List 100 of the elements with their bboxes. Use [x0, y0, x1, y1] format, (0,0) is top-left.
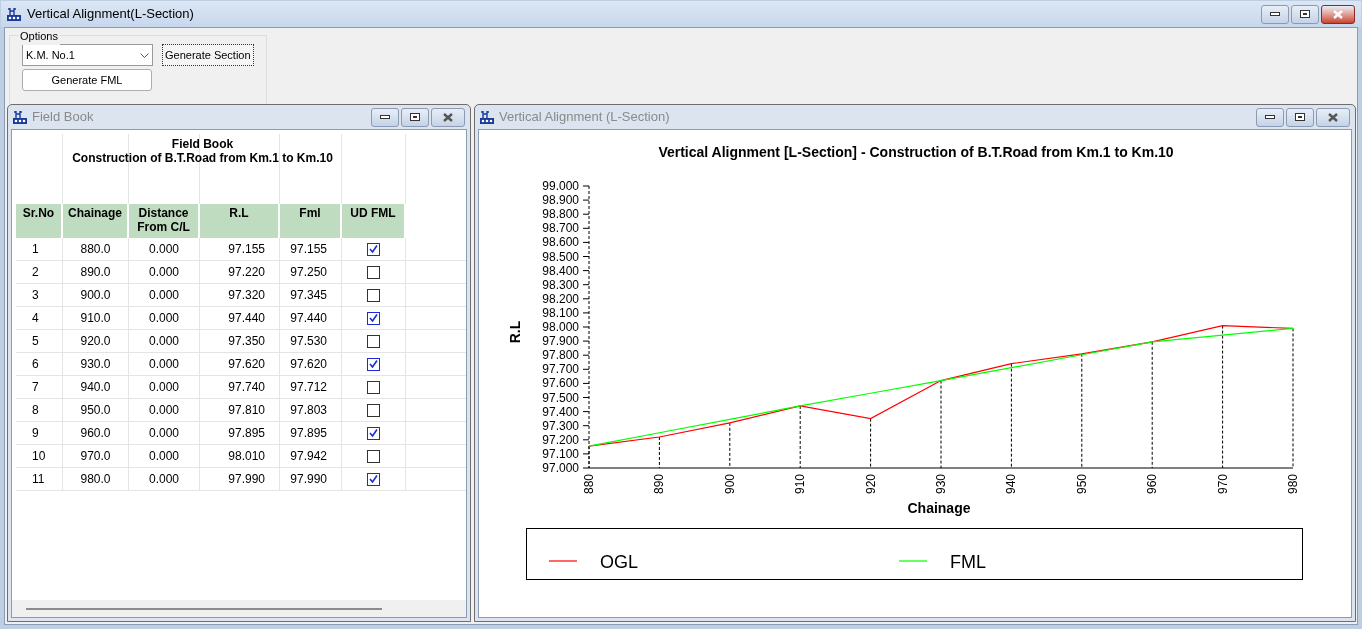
table-cell: 97.895 [200, 422, 280, 444]
table-cell: 1 [16, 238, 63, 260]
table-cell: 10 [16, 445, 63, 467]
table-cell: 920.0 [63, 330, 129, 352]
x-tick-label: 970 [1215, 474, 1230, 495]
x-tick-label: 910 [793, 474, 808, 495]
y-tick-label: 97.100 [542, 446, 579, 461]
y-tick-label: 97.900 [542, 334, 579, 349]
table-cell: 97.620 [280, 353, 342, 375]
table-cell: 97.712 [280, 376, 342, 398]
table-cell: 930.0 [63, 353, 129, 375]
table-cell: 97.440 [200, 307, 280, 329]
y-tick-label: 99.000 [542, 179, 579, 193]
column-header: Chainage [63, 204, 129, 238]
y-tick-label: 97.500 [542, 390, 579, 405]
table-cell: 97.220 [200, 261, 280, 283]
table-cell: 980.0 [63, 468, 129, 490]
y-axis-label: R.L [507, 320, 523, 344]
y-tick-label: 98.700 [542, 221, 579, 236]
table-cell: 97.530 [280, 330, 342, 352]
y-tick-label: 98.600 [542, 235, 579, 250]
table-cell: 0.000 [129, 399, 200, 421]
y-tick-label: 98.000 [542, 320, 579, 334]
y-tick-label: 97.700 [542, 362, 579, 377]
table-cell: 4 [16, 307, 63, 329]
table-cell: 97.740 [200, 376, 280, 398]
table-cell: 0.000 [129, 353, 200, 375]
table-cell: 97.440 [280, 307, 342, 329]
table-cell: 0.000 [129, 422, 200, 444]
table-cell: 97.345 [280, 284, 342, 306]
table-cell: 97.155 [200, 238, 280, 260]
table-cell: 97.620 [200, 353, 280, 375]
table-cell: 0.000 [129, 307, 200, 329]
y-tick-label: 98.100 [542, 305, 579, 320]
table-cell: 97.250 [280, 261, 342, 283]
y-tick-label: 98.500 [542, 249, 579, 264]
y-tick-label: 98.800 [542, 207, 579, 222]
window-title: Vertical Alignment(L-Section) [27, 5, 195, 24]
table-cell: 0.000 [129, 330, 200, 352]
table-cell: 960.0 [63, 422, 129, 444]
table-cell: 940.0 [63, 376, 129, 398]
table-cell: 97.810 [200, 399, 280, 421]
x-tick-label: 900 [722, 474, 737, 495]
x-tick-label: 930 [934, 474, 948, 495]
x-tick-label: 880 [582, 474, 596, 495]
y-tick-label: 98.900 [542, 193, 579, 208]
table-cell: 0.000 [129, 376, 200, 398]
table-cell: 97.942 [280, 445, 342, 467]
legend-label: OGL [600, 552, 638, 572]
y-tick-label: 97.000 [542, 461, 579, 475]
table-cell: 97.990 [280, 468, 342, 490]
y-tick-label: 97.300 [542, 418, 579, 433]
table-cell: 890.0 [63, 261, 129, 283]
column-header: R.L [200, 204, 280, 238]
legend-label: FML [950, 552, 986, 572]
table-cell: 0.000 [129, 261, 200, 283]
table-cell: 0.000 [129, 468, 200, 490]
window-title: Field Book [32, 108, 95, 127]
x-tick-label: 920 [863, 474, 878, 495]
x-tick-label: 950 [1074, 474, 1089, 495]
table-cell: 950.0 [63, 399, 129, 421]
table-cell: 8 [16, 399, 63, 421]
table-cell: 11 [16, 468, 63, 490]
x-tick-label: 890 [652, 474, 667, 495]
table-cell: 880.0 [63, 238, 129, 260]
table-cell: 0.000 [129, 284, 200, 306]
table-cell: 5 [16, 330, 63, 352]
y-tick-label: 97.800 [542, 348, 579, 363]
y-tick-label: 97.400 [542, 404, 579, 419]
table-cell: 2 [16, 261, 63, 283]
x-tick-label: 940 [1004, 474, 1019, 495]
table-cell: 97.320 [200, 284, 280, 306]
y-tick-label: 98.400 [542, 263, 579, 278]
table-cell: 3 [16, 284, 63, 306]
table-cell: 910.0 [63, 307, 129, 329]
window-title: Vertical Alignment (L-Section) [499, 108, 671, 127]
chart-title: Vertical Alignment [L-Section] - Construction of B.T.Road from Km.1 to Km.10 [658, 144, 1174, 160]
y-tick-label: 97.200 [542, 432, 579, 447]
table-cell: 6 [16, 353, 63, 375]
table-cell: 0.000 [129, 238, 200, 260]
table-cell: 970.0 [63, 445, 129, 467]
table-cell: 0.000 [129, 445, 200, 467]
column-header: Fml [280, 204, 342, 238]
column-header: Sr.No [16, 204, 63, 238]
x-tick-label: 980 [1286, 474, 1300, 495]
column-header: Distance From C/L [129, 204, 200, 238]
table-cell: 7 [16, 376, 63, 398]
x-axis-label: Chainage [907, 500, 971, 516]
table-cell: 97.803 [280, 399, 342, 421]
table-cell: 900.0 [63, 284, 129, 306]
column-header: UD FML [342, 204, 406, 238]
y-tick-label: 98.200 [542, 291, 579, 306]
table-cell: 97.350 [200, 330, 280, 352]
y-tick-label: 98.300 [542, 277, 579, 292]
x-tick-label: 960 [1145, 474, 1160, 495]
table-cell: 98.010 [200, 445, 280, 467]
table-cell: 97.155 [280, 238, 342, 260]
table-cell: 97.895 [280, 422, 342, 444]
table-cell: 97.990 [200, 468, 280, 490]
table-cell: 9 [16, 422, 63, 444]
